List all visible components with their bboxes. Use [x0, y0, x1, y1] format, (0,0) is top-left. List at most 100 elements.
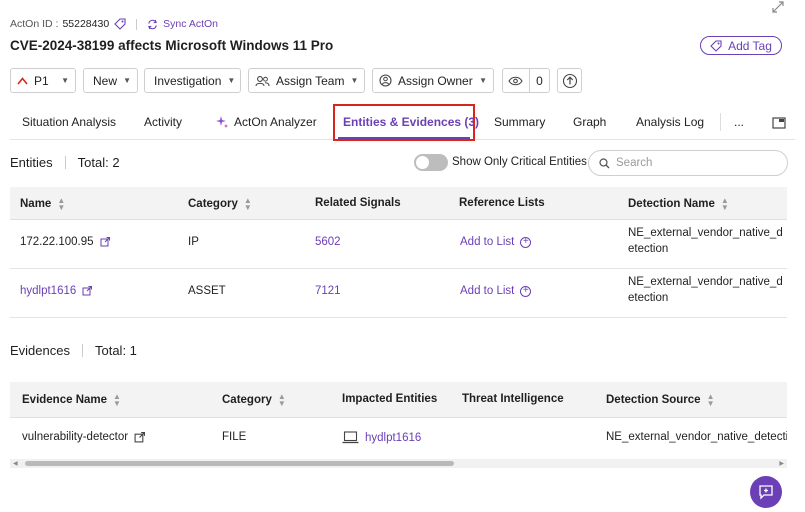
chat-button[interactable]: [750, 476, 782, 508]
chevron-down-icon: ▼: [479, 76, 487, 85]
column-header-category[interactable]: Category ▲ ▼: [188, 197, 252, 212]
search-icon: [599, 157, 610, 169]
entity-category: ASSET: [188, 285, 226, 297]
evidences-heading: Evidences: [10, 343, 70, 358]
priority-value: P1: [34, 73, 49, 88]
divider: [64, 156, 66, 169]
priority-up-icon: [17, 76, 28, 85]
acton-id-value: 55228430: [62, 18, 110, 30]
evidences-header: Evidences Total: 1: [10, 343, 137, 358]
add-to-list-button[interactable]: Add to List +: [460, 236, 532, 248]
evidences-table-header: Evidence Name ▲ ▼ Category ▲ ▼ Impacted Enti…: [10, 382, 787, 418]
entity-name: hydlpt1616: [20, 285, 77, 297]
panel-layout-icon[interactable]: [772, 116, 786, 134]
related-signals-link[interactable]: 7121: [315, 285, 341, 297]
entity-name-cell[interactable]: hydlpt1616: [20, 285, 93, 297]
external-link-icon[interactable]: [100, 237, 110, 247]
watchers-button[interactable]: 0: [502, 68, 550, 93]
scrollbar-thumb[interactable]: [25, 461, 454, 466]
chevron-down-icon: ▼: [123, 76, 131, 85]
assign-owner-dropdown[interactable]: Assign Owner ▼: [372, 68, 494, 93]
sort-icon[interactable]: ▲ ▼: [707, 393, 715, 408]
add-tag-label: Add Tag: [728, 38, 772, 53]
add-to-list-label: Add to List: [460, 285, 515, 297]
acton-id-label: ActOn ID :: [10, 18, 59, 30]
external-link-icon[interactable]: [134, 431, 146, 443]
tab-summary[interactable]: Summary: [494, 104, 545, 140]
upload-button[interactable]: [557, 68, 582, 93]
tab-analysis-log[interactable]: Analysis Log: [636, 104, 704, 140]
column-header-threat-intelligence: Threat Intelligence: [462, 393, 564, 405]
column-label: Threat Intelligence: [462, 393, 564, 405]
add-to-list-label: Add to List: [460, 236, 515, 248]
critical-entities-toggle[interactable]: [414, 154, 448, 171]
entity-name-cell: 172.22.100.95: [20, 236, 110, 248]
sync-acton-link[interactable]: Sync ActOn: [147, 18, 218, 30]
column-header-impacted-entities: Impacted Entities: [342, 393, 437, 405]
column-label: Impacted Entities: [342, 393, 438, 405]
column-header-name[interactable]: Name ▲ ▼: [20, 197, 65, 212]
detection-name-line: NE_external_vendor_native_d: [628, 276, 783, 288]
column-header-detection-source[interactable]: Detection Source ▲ ▼: [606, 393, 715, 408]
entities-header: Entities Total: 2: [10, 155, 120, 170]
search-box[interactable]: [588, 150, 788, 176]
entity-category: IP: [188, 236, 199, 248]
column-label: Evidence Name: [22, 394, 108, 406]
column-label: Detection Source: [606, 394, 701, 406]
chevron-down-icon: ▼: [350, 76, 359, 85]
column-header-category[interactable]: Category ▲ ▼: [222, 393, 286, 408]
tab-acton-analyzer-label: ActOn Analyzer: [234, 115, 317, 129]
impacted-entity-link[interactable]: hydlpt1616: [342, 431, 421, 444]
stage-dropdown[interactable]: Investigation ▼: [144, 68, 241, 93]
detection-name-line: NE_external_vendor_native_d: [628, 227, 783, 239]
toggle-knob: [416, 156, 429, 169]
plus-circle-icon: +: [520, 236, 532, 248]
sort-icon[interactable]: ▲ ▼: [57, 197, 65, 212]
detection-name-line: etection: [628, 292, 669, 304]
row-divider: [10, 317, 787, 318]
row-divider: [10, 268, 787, 269]
tab-acton-analyzer[interactable]: ActOn Analyzer: [215, 104, 317, 140]
entities-heading: Entities: [10, 155, 53, 170]
search-input[interactable]: [616, 157, 776, 169]
related-signals-link[interactable]: 5602: [315, 236, 341, 248]
laptop-icon: [342, 431, 359, 444]
tab-more[interactable]: ...: [734, 104, 744, 140]
sort-icon[interactable]: ▲ ▼: [244, 197, 252, 212]
detection-name-cell: NE_external_vendor_native_d etection: [628, 227, 783, 255]
column-label: Related Signals: [315, 197, 401, 209]
scroll-right-icon[interactable]: ▶: [779, 460, 784, 467]
sort-icon[interactable]: ▲ ▼: [278, 393, 286, 408]
evidence-category: FILE: [222, 431, 247, 443]
add-to-list-button[interactable]: Add to List +: [460, 285, 532, 297]
status-dropdown[interactable]: New ▼: [83, 68, 138, 93]
eye-icon: [503, 76, 529, 86]
team-icon: [255, 75, 270, 87]
stage-value: Investigation: [154, 73, 222, 88]
entities-table-header: Name ▲ ▼ Category ▲ ▼ Related Signals Refere…: [10, 187, 787, 220]
tab-activity[interactable]: Activity: [144, 104, 182, 140]
sync-icon: [147, 19, 158, 30]
upload-icon: [562, 73, 578, 89]
tab-situation-analysis[interactable]: Situation Analysis: [22, 104, 116, 140]
assign-team-dropdown[interactable]: Assign Team ▼: [248, 68, 365, 93]
column-header-evidence-name[interactable]: Evidence Name ▲ ▼: [22, 393, 121, 408]
expand-icon[interactable]: [771, 0, 785, 17]
entities-total: Total: 2: [77, 155, 120, 170]
column-label: Detection Name: [628, 198, 715, 210]
scroll-left-icon[interactable]: ◀: [13, 460, 18, 467]
impacted-entity-name: hydlpt1616: [365, 431, 422, 444]
priority-dropdown[interactable]: P1 ▼: [10, 68, 76, 93]
add-tag-button[interactable]: Add Tag: [700, 36, 782, 55]
chevron-down-icon: ▼: [227, 76, 236, 85]
external-link-icon[interactable]: [82, 286, 93, 296]
column-header-detection-name[interactable]: Detection Name ▲ ▼: [628, 197, 729, 212]
tag-icon[interactable]: [114, 18, 126, 30]
sync-acton-label: Sync ActOn: [163, 18, 219, 30]
sort-icon[interactable]: ▲ ▼: [113, 393, 121, 408]
critical-entities-label: Show Only Critical Entities: [452, 156, 587, 168]
sparkle-icon: [215, 115, 229, 129]
evidences-total: Total: 1: [94, 343, 137, 358]
sort-icon[interactable]: ▲ ▼: [721, 197, 729, 212]
tab-graph[interactable]: Graph: [573, 104, 606, 140]
